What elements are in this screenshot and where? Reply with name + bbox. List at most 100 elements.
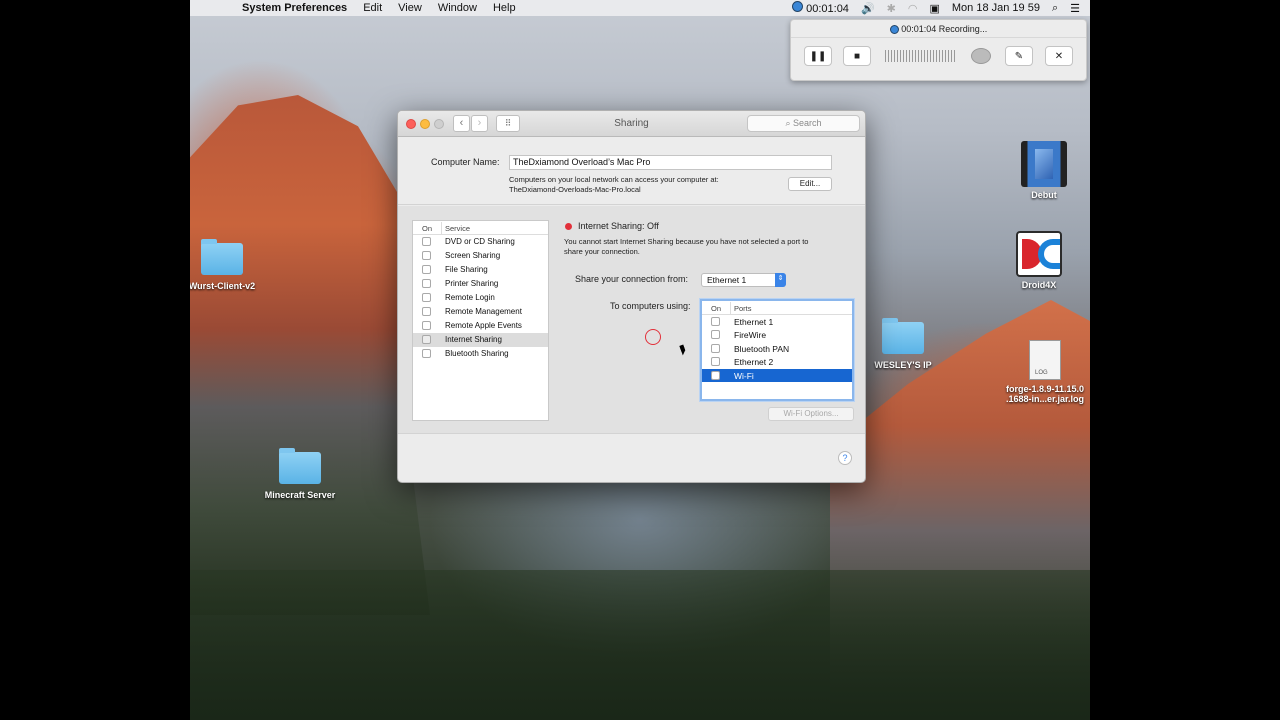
- film-app-icon: [1021, 141, 1067, 187]
- service-checkbox[interactable]: [422, 251, 431, 260]
- desktop-icon-forge-log[interactable]: LOG forge-1.8.9-11.15.0 .1688-in...er.ja…: [999, 340, 1090, 404]
- services-list-header: On Service: [413, 221, 548, 235]
- desktop-icon-wesleys-ip[interactable]: WESLEY'S IP: [858, 318, 948, 370]
- recording-title-text: 00:01:04 Recording...: [901, 24, 988, 34]
- desktop: System Preferences Edit View Window Help…: [190, 0, 1090, 720]
- search-placeholder: Search: [793, 118, 822, 128]
- help-button[interactable]: ?: [838, 451, 852, 465]
- wifi-icon[interactable]: ◠: [908, 2, 918, 15]
- display-icon[interactable]: ▣: [929, 2, 939, 15]
- service-checkbox[interactable]: [422, 335, 431, 344]
- service-row[interactable]: Screen Sharing: [413, 249, 548, 263]
- desktop-icon-debut[interactable]: Debut: [999, 141, 1089, 200]
- ports-list-header: On Ports: [702, 301, 852, 315]
- service-row[interactable]: File Sharing: [413, 263, 548, 277]
- desktop-icon-label: Droid4X: [1021, 280, 1057, 290]
- recording-icon: [792, 1, 804, 12]
- popup-arrows-icon: ⇕: [775, 273, 786, 287]
- recording-controls: ❚❚ ■ ✎ ✕: [791, 38, 1086, 74]
- share-from-label: Share your connection from:: [575, 274, 689, 284]
- service-checkbox[interactable]: [422, 321, 431, 330]
- menu-view[interactable]: View: [398, 2, 422, 14]
- window-titlebar[interactable]: ‹ › ⠿ Sharing ⌕ Search: [398, 111, 865, 137]
- stop-button[interactable]: ■: [843, 46, 871, 66]
- port-label: Wi-Fi: [734, 370, 754, 381]
- port-checkbox[interactable]: [711, 343, 720, 353]
- port-label: Ethernet 2: [734, 357, 774, 368]
- port-row-selected[interactable]: Wi-Fi: [702, 368, 852, 382]
- desktop-icon-label: Wurst-Client-v2: [190, 281, 256, 291]
- spotlight-icon[interactable]: ⌕: [1052, 2, 1058, 15]
- edit-button[interactable]: Edit...: [788, 177, 832, 191]
- wallpaper-cliff-left: [190, 95, 430, 615]
- service-row[interactable]: Remote Management: [413, 305, 548, 319]
- port-row[interactable]: Ethernet 2: [702, 355, 852, 368]
- computer-name-field[interactable]: TheDxiamond Overload’s Mac Pro: [509, 155, 832, 170]
- log-badge: LOG: [1035, 370, 1048, 376]
- service-checkbox[interactable]: [422, 307, 431, 316]
- desktop-icon-wurst[interactable]: Wurst-Client-v2: [190, 239, 267, 291]
- search-field[interactable]: ⌕ Search: [747, 115, 860, 132]
- search-icon: ⌕: [785, 118, 791, 128]
- desktop-icon-label: Minecraft Server: [264, 490, 336, 500]
- service-row[interactable]: Remote Login: [413, 291, 548, 305]
- service-label: DVD or CD Sharing: [445, 237, 515, 246]
- folder-icon: [882, 318, 924, 354]
- webcam-icon[interactable]: [971, 48, 991, 64]
- service-label: Screen Sharing: [445, 251, 501, 260]
- menu-help[interactable]: Help: [493, 2, 516, 14]
- desktop-icon-label: forge-1.8.9-11.15.0: [1005, 384, 1085, 394]
- service-checkbox[interactable]: [422, 349, 431, 358]
- bluetooth-icon[interactable]: ✱: [887, 2, 896, 15]
- service-row[interactable]: Remote Apple Events: [413, 319, 548, 333]
- service-label: Remote Login: [445, 293, 495, 302]
- menu-app-name[interactable]: System Preferences: [242, 2, 347, 14]
- service-checkbox[interactable]: [422, 265, 431, 274]
- port-row[interactable]: Bluetooth PAN: [702, 342, 852, 355]
- computer-name-section: Computer Name: TheDxiamond Overload’s Ma…: [398, 137, 865, 205]
- service-label: Remote Management: [445, 307, 522, 316]
- recording-time: 00:01:04: [806, 3, 849, 15]
- port-row[interactable]: Ethernet 1: [702, 315, 852, 328]
- service-row[interactable]: Printer Sharing: [413, 277, 548, 291]
- column-header-ports[interactable]: Ports: [734, 304, 752, 313]
- port-checkbox[interactable]: [711, 330, 720, 340]
- menu-window[interactable]: Window: [438, 2, 477, 14]
- wifi-options-button[interactable]: Wi-Fi Options...: [768, 407, 854, 421]
- pause-button[interactable]: ❚❚: [804, 46, 832, 66]
- column-header-on[interactable]: On: [422, 224, 432, 233]
- service-checkbox[interactable]: [422, 237, 431, 246]
- service-row[interactable]: Bluetooth Sharing: [413, 347, 548, 361]
- clock[interactable]: Mon 18 Jan 19 59: [952, 2, 1040, 14]
- local-info-line: Computers on your local network can acce…: [509, 175, 719, 184]
- service-checkbox[interactable]: [422, 293, 431, 302]
- desktop-icon-minecraft[interactable]: Minecraft Server: [255, 448, 345, 500]
- ports-list: On Ports Ethernet 1 FireWire Bluetooth P…: [700, 299, 854, 401]
- menu-bar: System Preferences Edit View Window Help…: [190, 0, 1090, 16]
- local-address-info: Computers on your local network can acce…: [509, 175, 719, 195]
- menu-edit[interactable]: Edit: [363, 2, 382, 14]
- port-row[interactable]: FireWire: [702, 328, 852, 341]
- service-row-selected[interactable]: Internet Sharing: [413, 333, 548, 347]
- volume-icon[interactable]: 🔊: [861, 2, 875, 15]
- status-title: Internet Sharing: Off: [578, 221, 659, 231]
- column-header-on[interactable]: On: [711, 304, 721, 313]
- service-checkbox[interactable]: [422, 279, 431, 288]
- recording-status[interactable]: 00:01:04: [792, 1, 849, 15]
- recording-panel-title: 00:01:04 Recording...: [791, 20, 1086, 38]
- column-header-service[interactable]: Service: [445, 224, 470, 233]
- service-label: Internet Sharing: [445, 335, 502, 344]
- notification-center-icon[interactable]: ☰: [1070, 2, 1080, 15]
- port-checkbox[interactable]: [711, 370, 720, 380]
- services-list: On Service DVD or CD Sharing Screen Shar…: [412, 220, 549, 421]
- port-checkbox[interactable]: [711, 357, 720, 367]
- recording-icon: [889, 25, 899, 35]
- folder-icon: [201, 239, 243, 275]
- menu-extras: 00:01:04 🔊 ✱ ◠ ▣ Mon 18 Jan 19 59 ⌕ ☰: [792, 0, 1080, 16]
- annotate-button[interactable]: ✎: [1005, 46, 1033, 66]
- desktop-icon-droid4x[interactable]: Droid4X: [994, 231, 1084, 290]
- service-row[interactable]: DVD or CD Sharing: [413, 235, 548, 249]
- close-recorder-button[interactable]: ✕: [1045, 46, 1073, 66]
- share-from-popup[interactable]: Ethernet 1 ⇕: [701, 273, 786, 287]
- port-checkbox[interactable]: [711, 317, 720, 326]
